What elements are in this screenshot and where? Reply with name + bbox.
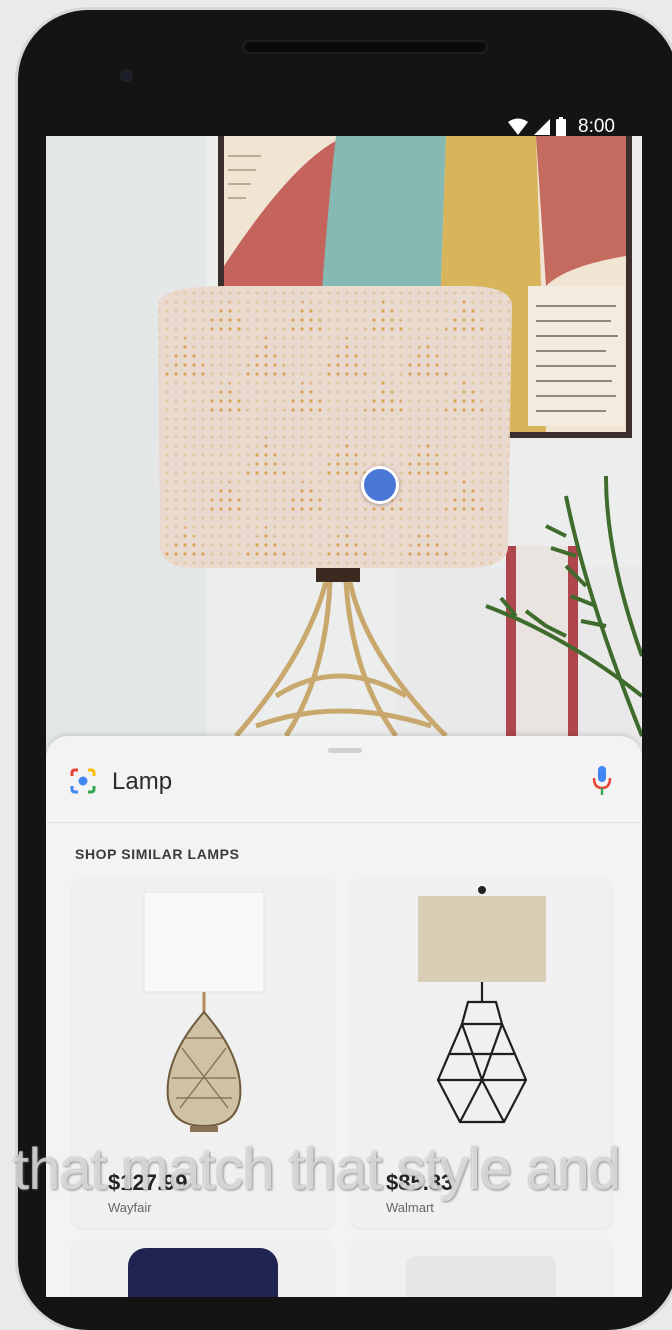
signal-icon [534, 119, 550, 135]
wifi-icon [508, 118, 528, 135]
product-card[interactable] [72, 1240, 334, 1297]
screen: Lamp SHOP SIMILAR LAMPS $127.99 Wayfair … [46, 136, 642, 1297]
results-sheet[interactable]: Lamp SHOP SIMILAR LAMPS $127.99 Wayfair … [46, 736, 642, 1297]
sheet-drag-handle[interactable] [328, 748, 362, 753]
google-lens-icon[interactable] [68, 766, 98, 796]
product-image [128, 1248, 278, 1297]
product-card[interactable] [350, 1240, 612, 1297]
lens-focus-point[interactable] [361, 466, 399, 504]
battery-icon [556, 117, 566, 137]
divider [46, 822, 642, 823]
search-query[interactable]: Lamp [112, 766, 172, 798]
front-camera [122, 71, 131, 80]
lamp-shade [158, 286, 512, 568]
mic-icon[interactable] [590, 764, 614, 798]
product-image [406, 1256, 556, 1297]
camera-viewfinder[interactable] [46, 136, 642, 756]
status-time: 8:00 [578, 116, 615, 137]
earpiece-speaker [242, 40, 488, 54]
video-caption: s that match that style and [0, 1137, 621, 1202]
product-image [143, 891, 265, 1132]
product-image [418, 886, 546, 1124]
section-title: SHOP SIMILAR LAMPS [75, 846, 240, 862]
